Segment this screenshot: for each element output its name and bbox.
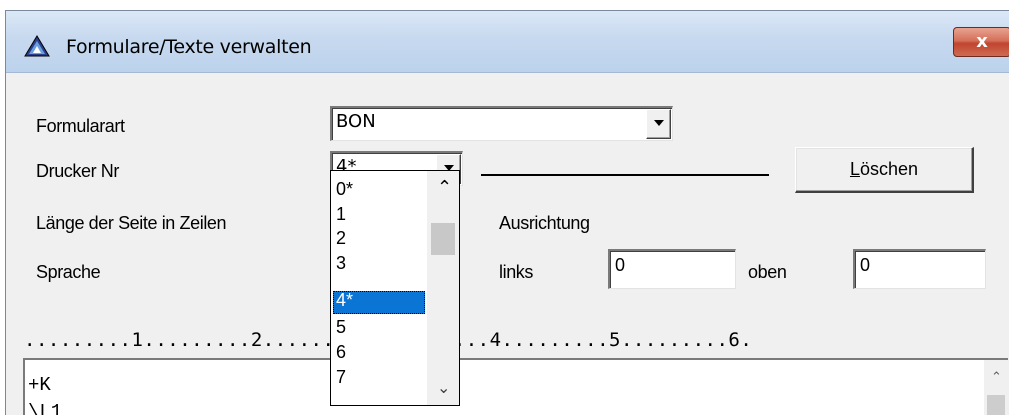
dropdown-option[interactable]: 1: [333, 205, 425, 228]
editor-line: +K: [28, 374, 51, 396]
oben-input[interactable]: 0: [853, 249, 986, 289]
sprache-label: Sprache: [36, 262, 101, 282]
window-title: Formulare/Texte verwalten: [66, 36, 312, 58]
oben-value: 0: [860, 255, 871, 275]
drucker-dropdown-list[interactable]: 0* 1 2 3 4* 5 6 7 ⌃ ⌄: [330, 170, 460, 406]
dropdown-option-selected[interactable]: 4*: [333, 291, 425, 314]
dropdown-option[interactable]: 0*: [333, 180, 425, 203]
chevron-down-icon: [654, 120, 664, 126]
ausrichtung-label: Ausrichtung: [499, 213, 590, 233]
dialog-window: Formulare/Texte verwalten x Formularart …: [5, 10, 1009, 415]
form-text-editor[interactable]: +K \L1 ⌃: [23, 358, 1008, 415]
dropdown-option[interactable]: 6: [333, 343, 425, 366]
dropdown-option[interactable]: 7: [333, 368, 425, 391]
chevron-up-icon[interactable]: ⌃: [991, 370, 1002, 385]
formularart-dropdown-button[interactable]: [646, 109, 671, 139]
links-input[interactable]: 0: [608, 249, 736, 289]
delete-button-mnemonic: L: [849, 159, 860, 179]
title-bar[interactable]: Formulare/Texte verwalten x: [6, 11, 1009, 73]
dropdown-option[interactable]: 2: [333, 229, 425, 252]
links-value: 0: [615, 255, 626, 275]
links-label: links: [499, 262, 534, 282]
close-button[interactable]: x: [953, 27, 1009, 57]
delete-button[interactable]: Löschen: [795, 147, 974, 193]
close-x-icon: x: [976, 31, 988, 52]
chevron-down-icon[interactable]: ⌄: [437, 378, 450, 397]
dropdown-option[interactable]: 3: [333, 254, 425, 277]
dropdown-scrollbar[interactable]: ⌃ ⌄: [427, 171, 459, 405]
editor-vertical-scrollbar[interactable]: ⌃: [984, 360, 1008, 415]
triangle-app-icon: [24, 35, 50, 57]
screen-background: [0, 0, 1009, 10]
chevron-up-icon[interactable]: ⌃: [437, 177, 452, 198]
formularart-label: Formularart: [36, 116, 125, 136]
formularart-combobox[interactable]: BON: [330, 106, 673, 141]
laenge-label: Länge der Seite in Zeilen: [36, 213, 227, 233]
drucker-label: Drucker Nr: [36, 161, 120, 181]
oben-label: oben: [748, 262, 787, 282]
dropdown-option[interactable]: 5: [333, 318, 425, 341]
dialog-client-area: Formularart BON Drucker Nr 4* Löschen Lä…: [6, 73, 1009, 415]
separator-line: [481, 174, 769, 176]
dropdown-scroll-thumb[interactable]: [431, 223, 455, 255]
editor-line: \L1: [28, 401, 63, 415]
delete-button-label-rest: öschen: [859, 159, 919, 179]
formularart-value: BON: [336, 111, 376, 132]
editor-scroll-thumb[interactable]: [987, 395, 1005, 415]
